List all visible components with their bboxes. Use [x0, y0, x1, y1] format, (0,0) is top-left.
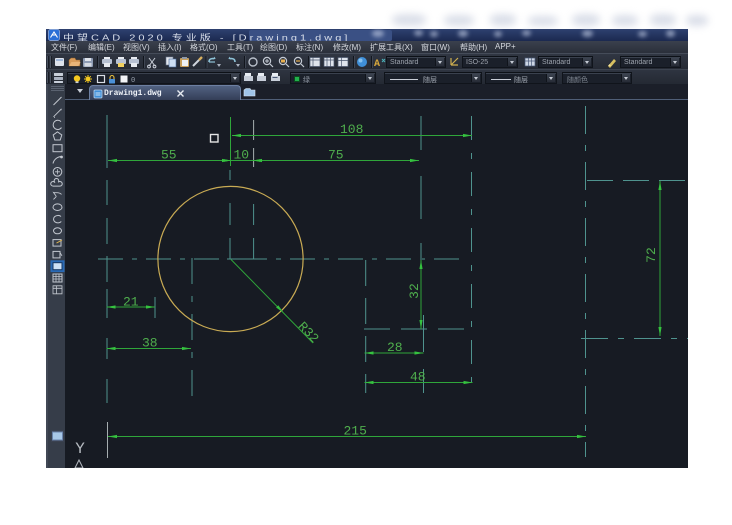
svg-text:10: 10: [234, 148, 250, 163]
svg-text:32: 32: [407, 283, 422, 299]
svg-text:75: 75: [328, 148, 344, 163]
svg-text:Y: Y: [75, 440, 85, 458]
svg-text:108: 108: [340, 122, 363, 137]
svg-text:21: 21: [123, 295, 139, 310]
svg-text:0: 0: [131, 77, 135, 84]
svg-text:48: 48: [410, 370, 426, 385]
svg-text:72: 72: [644, 247, 659, 263]
svg-text:R32: R32: [295, 319, 322, 346]
svg-text:28: 28: [387, 340, 403, 355]
svg-text:55: 55: [161, 148, 177, 163]
svg-text:38: 38: [142, 336, 158, 351]
svg-text:215: 215: [344, 424, 367, 439]
